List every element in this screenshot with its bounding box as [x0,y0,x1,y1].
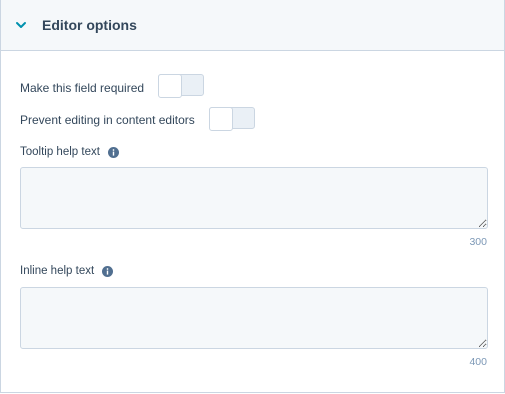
tooltip-char-count: 300 [469,236,487,248]
toggle-knob [158,74,182,98]
inline-help-char-count: 400 [469,356,487,368]
tooltip-help-label: Tooltip help text [20,146,119,158]
section-title: Editor options [42,17,137,33]
info-icon[interactable] [102,265,114,277]
editor-options-panel: Editor options Make this field required … [0,0,505,393]
info-icon[interactable] [107,146,119,158]
tooltip-help-label-text: Tooltip help text [20,146,100,158]
inline-help-label-text: Inline help text [20,265,95,277]
make-required-toggle[interactable] [158,74,204,98]
prevent-editing-label: Prevent editing in content editors [20,113,195,127]
make-required-label: Make this field required [20,81,145,95]
tooltip-help-textarea[interactable] [20,167,488,229]
toggle-knob [209,107,233,131]
editor-options-section-header[interactable]: Editor options [1,0,504,51]
chevron-down-icon[interactable] [15,20,27,30]
inline-help-textarea[interactable] [20,287,488,349]
inline-help-label: Inline help text [20,265,114,277]
prevent-editing-toggle[interactable] [209,107,255,131]
